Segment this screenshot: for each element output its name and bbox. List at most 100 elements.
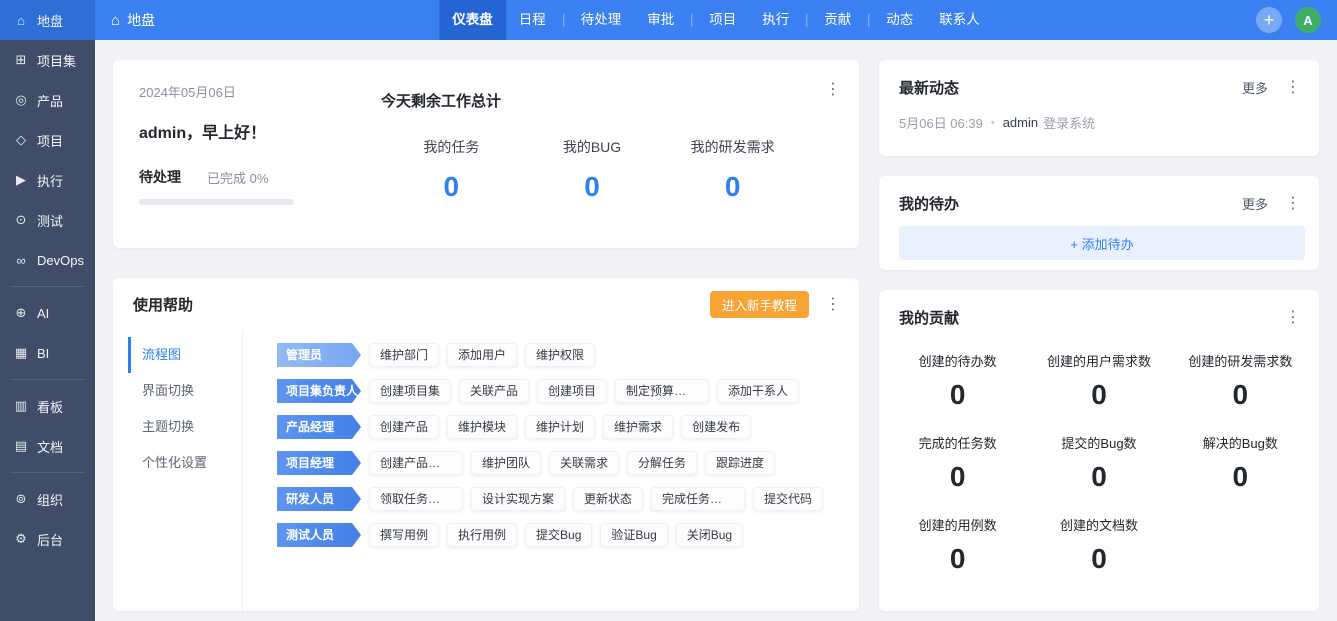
sidebar-item-label: 项目集 [37,51,76,70]
main-area: ⌂ 地盘 仪表盘 日程 待处理 审批 项目 执行 贡献 动态 联系人 + [95,0,1337,621]
flow-step: 维护模块 [447,415,517,439]
flow-step: 添加干系人 [717,379,799,403]
flow-step: 分解任务 [627,451,697,475]
sidebar-item-org[interactable]: ⊚ 组织 [0,479,95,519]
help-tab-personalize[interactable]: 个性化设置 [128,445,242,481]
sidebar-item-doc[interactable]: ▤ 文档 [0,426,95,466]
create-button[interactable]: + [1256,7,1282,33]
app-window: ⌂ 地盘 ⊞ 项目集 ◎ 产品 ◇ 项目 ▶ 执行 ⊙ 测试 ∞ DevOps … [0,0,1337,621]
sidebar-item-label: 后台 [37,530,63,549]
more-link[interactable]: 更多 [1242,78,1268,97]
flow-step: 创建产品、执行 [369,451,463,475]
stat-label: 创建的用户需求数 [1028,351,1169,370]
summary-stats: 我的任务 0 我的BUG 0 我的研发需求 0 [381,137,803,203]
sidebar-item-admin[interactable]: ⚙ 后台 [0,519,95,559]
latest-news-card: 最新动态 更多 ⋮ 5月06日 06:39 • admin 登录系统 [879,60,1319,156]
contrib-stat-user-stories: 创建的用户需求数 0 [1028,342,1169,424]
greeting-left: 2024年05月06日 admin，早上好！ 待处理 已完成 0% [139,82,339,226]
tab-project[interactable]: 项目 [696,0,749,40]
stat-value: 0 [887,461,1028,493]
home-icon: ⌂ [111,12,120,29]
flow-row-admin: 管理员 维护部门 添加用户 维护权限 [277,343,849,367]
flow-row-product-manager: 产品经理 创建产品 维护模块 维护计划 维护需求 创建发布 [277,415,849,439]
tab-dynamic[interactable]: 动态 [873,0,926,40]
kebab-menu-icon[interactable]: ⋮ [1281,78,1305,98]
help-tab-theme-switch[interactable]: 主题切换 [128,409,242,445]
stat-label: 我的BUG [522,137,663,157]
sidebar-item-label: 执行 [37,171,63,190]
stat-value: 0 [887,379,1028,411]
sidebar-item-label: DevOps [37,253,84,268]
flow-step: 完成任务和Bug [651,487,745,511]
tab-calendar[interactable]: 日程 [506,0,559,40]
stat-value[interactable]: 0 [381,171,522,203]
avatar[interactable]: A [1295,7,1321,33]
sidebar-item-bi[interactable]: ▦ BI [0,333,95,373]
tab-contacts[interactable]: 联系人 [926,0,993,40]
work-summary: 今天剩余工作总计 我的任务 0 我的BUG 0 我的研发需求 [339,82,833,226]
tutorial-button[interactable]: 进入新手教程 [710,291,809,318]
stat-label: 解决的Bug数 [1170,433,1311,452]
left-column: ⋮ 2024年05月06日 admin，早上好！ 待处理 已完成 0% [113,60,859,611]
stat-label: 创建的研发需求数 [1170,351,1311,370]
sidebar-item-ai[interactable]: ⊕ AI [0,293,95,333]
contrib-stat-todos: 创建的待办数 0 [887,342,1028,424]
flow-step: 更新状态 [573,487,643,511]
ai-icon: ⊕ [13,305,29,321]
tab-execution[interactable]: 执行 [749,0,802,40]
news-time: 5月06日 06:39 [899,113,983,132]
stat-value: 0 [1028,379,1169,411]
project-icon: ◇ [13,132,29,148]
stat-label: 创建的待办数 [887,351,1028,370]
navbar-tabs: 仪表盘 日程 待处理 审批 项目 执行 贡献 动态 联系人 [439,0,993,40]
kebab-menu-icon[interactable]: ⋮ [821,80,845,100]
kebab-menu-icon[interactable]: ⋮ [1281,194,1305,214]
flow-step: 验证Bug [600,523,667,547]
news-item: 5月06日 06:39 • admin 登录系统 [879,110,1319,148]
sidebar-item-program[interactable]: ⊞ 项目集 [0,40,95,80]
sidebar-item-dashboard[interactable]: ⌂ 地盘 [0,0,95,40]
help-tab-ui-switch[interactable]: 界面切换 [128,373,242,409]
execution-icon: ▶ [13,172,29,188]
tab-dashboard[interactable]: 仪表盘 [439,0,506,40]
sidebar-item-project[interactable]: ◇ 项目 [0,120,95,160]
sidebar-item-label: BI [37,346,49,361]
home-icon: ⌂ [13,13,29,28]
kebab-menu-icon[interactable]: ⋮ [821,295,845,315]
tab-contribution[interactable]: 贡献 [811,0,864,40]
flow-row-program-owner: 项目集负责人 创建项目集 关联产品 创建项目 制定预算和规划 添加干系人 [277,379,849,403]
sidebar-item-label: 文档 [37,437,63,456]
add-todo-button[interactable]: + 添加待办 [899,226,1305,260]
stat-label: 创建的文档数 [1028,515,1169,534]
progress-labels: 待处理 已完成 0% [139,167,339,187]
dot-icon: • [991,117,995,129]
flow-step: 添加用户 [447,343,517,367]
devops-icon: ∞ [13,253,29,268]
tab-pending[interactable]: 待处理 [568,0,635,40]
stat-value[interactable]: 0 [662,171,803,203]
gear-icon: ⚙ [13,531,29,547]
sidebar-item-devops[interactable]: ∞ DevOps [0,240,95,280]
role-banner: 测试人员 [277,523,361,547]
stat-value[interactable]: 0 [522,171,663,203]
navbar-app-title[interactable]: ⌂ 地盘 [111,10,155,30]
flow-step: 创建产品 [369,415,439,439]
kebab-menu-icon[interactable]: ⋮ [1281,308,1305,328]
sidebar-item-test[interactable]: ⊙ 测试 [0,200,95,240]
program-icon: ⊞ [13,52,29,68]
news-user[interactable]: admin [1003,115,1038,130]
greeting-card: ⋮ 2024年05月06日 admin，早上好！ 待处理 已完成 0% [113,60,859,248]
contrib-stat-cases: 创建的用例数 0 [887,506,1028,588]
flow-step: 设计实现方案 [471,487,565,511]
flow-step: 创建项目集 [369,379,451,403]
tab-divider [563,14,564,27]
flow-step: 跟踪进度 [705,451,775,475]
more-link[interactable]: 更多 [1242,194,1268,213]
summary-title: 今天剩余工作总计 [381,90,803,111]
sidebar-item-product[interactable]: ◎ 产品 [0,80,95,120]
flow-step: 提交Bug [525,523,592,547]
sidebar-item-execution[interactable]: ▶ 执行 [0,160,95,200]
sidebar-item-kanban[interactable]: ▥ 看板 [0,386,95,426]
help-tab-flowchart[interactable]: 流程图 [128,337,242,373]
tab-approval[interactable]: 审批 [634,0,687,40]
